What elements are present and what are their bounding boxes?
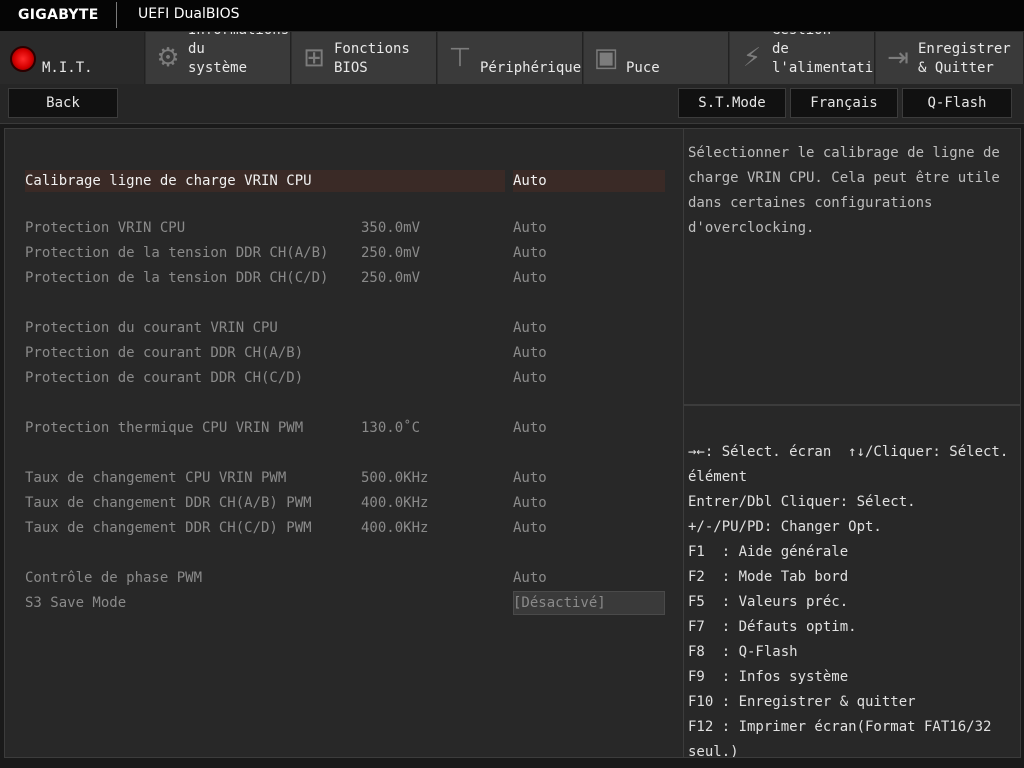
action-button-row: Back S.T.Mode Français Q-Flash xyxy=(0,84,1024,124)
setting-label: Taux de changement DDR CH(A/B) PWM xyxy=(25,495,312,511)
key-help-line: F7 : Défauts optim. xyxy=(688,619,857,635)
setting-label: Contrôle de phase PWM xyxy=(25,570,203,586)
tab-mit[interactable]: M.I.T. xyxy=(0,32,145,84)
setting-label: Taux de changement DDR CH(C/D) PWM xyxy=(25,520,312,536)
tab-label: Périphériques xyxy=(480,60,583,76)
key-help-line: seul.) xyxy=(688,744,739,758)
setting-label: S3 Save Mode xyxy=(25,595,127,611)
setting-row[interactable]: Taux de changement CPU VRIN PWM 500.0KHz… xyxy=(25,466,665,490)
setting-current-value: 500.0KHz xyxy=(361,470,429,486)
key-help-line: +/-/PU/PD: Changer Opt. xyxy=(688,519,882,535)
settings-panel: Calibrage ligne de charge VRIN CPU Auto … xyxy=(4,128,684,758)
setting-current-value: 400.0KHz xyxy=(361,495,429,511)
help-panel: Sélectionner le calibrage de ligne de ch… xyxy=(683,128,1021,405)
setting-value[interactable]: [Désactivé] xyxy=(513,591,606,615)
chip-plus-icon: ⊞ xyxy=(303,43,325,73)
chip-icon: ▣ xyxy=(593,43,619,73)
setting-label: Protection du courant VRIN CPU xyxy=(25,320,278,336)
tab-label: Fonctions BIOS xyxy=(334,41,410,76)
tab-peripherals[interactable]: ⊤ Périphériques xyxy=(438,32,583,84)
help-description: Sélectionner le calibrage de ligne de ch… xyxy=(688,145,1000,236)
setting-value[interactable]: Auto xyxy=(513,316,547,340)
tab-bios-features[interactable]: ⊞ Fonctions BIOS xyxy=(292,32,437,84)
plug-icon: ⊤ xyxy=(448,43,472,73)
tab-label: M.I.T. xyxy=(42,60,93,76)
tab-system-info[interactable]: ⚙ Informations du système xyxy=(146,32,291,84)
key-help-line: Entrer/Dbl Cliquer: Sélect. xyxy=(688,494,916,510)
setting-row[interactable]: Protection VRIN CPU 350.0mV Auto xyxy=(25,216,665,240)
setting-label: Protection thermique CPU VRIN PWM xyxy=(25,420,304,436)
setting-value[interactable]: Auto xyxy=(513,366,547,390)
setting-value[interactable]: Auto xyxy=(513,241,547,265)
setting-label: Protection de la tension DDR CH(A/B) xyxy=(25,245,329,261)
setting-value[interactable]: Auto xyxy=(513,266,547,290)
key-help-line: F1 : Aide générale xyxy=(688,544,849,560)
setting-label: Protection de courant DDR CH(C/D) xyxy=(25,370,304,386)
setting-row[interactable]: Contrôle de phase PWM Auto xyxy=(25,566,665,590)
key-help-line: F12 : Imprimer écran(Format FAT16/32 xyxy=(688,719,992,735)
tab-chipset[interactable]: ▣ Puce xyxy=(584,32,729,84)
language-button[interactable]: Français xyxy=(790,88,898,118)
key-help-line: élément xyxy=(688,469,748,485)
setting-value[interactable]: Auto xyxy=(513,416,547,440)
st-mode-button[interactable]: S.T.Mode xyxy=(678,88,786,118)
mit-red-dot-icon xyxy=(10,46,36,72)
gear-icon: ⚙ xyxy=(156,43,180,73)
gigabyte-logo: GIGABYTE xyxy=(18,7,99,23)
setting-value[interactable]: Auto xyxy=(513,566,547,590)
key-legend-panel: →←: Sélect. écran ↑↓/Cliquer: Sélect. él… xyxy=(683,405,1021,758)
setting-label: Protection VRIN CPU xyxy=(25,220,186,236)
setting-value[interactable]: Auto xyxy=(513,491,547,515)
power-icon: ⚡ xyxy=(742,43,762,73)
tab-label: Enregistrer & Quitter xyxy=(918,41,1011,76)
setting-row-s3-save-mode[interactable]: S3 Save Mode [Désactivé] xyxy=(25,591,665,615)
setting-value[interactable]: Auto xyxy=(513,341,547,365)
setting-value[interactable]: Auto xyxy=(513,466,547,490)
setting-current-value: 130.0˚C xyxy=(361,420,421,436)
setting-row[interactable]: Taux de changement DDR CH(C/D) PWM 400.0… xyxy=(25,516,665,540)
setting-label: Protection de courant DDR CH(A/B) xyxy=(25,345,304,361)
exit-icon: ⇥ xyxy=(887,43,909,73)
setting-row[interactable]: Protection de courant DDR CH(C/D) Auto xyxy=(25,366,665,390)
qflash-button[interactable]: Q-Flash xyxy=(902,88,1012,118)
setting-label: Taux de changement CPU VRIN PWM xyxy=(25,470,287,486)
setting-label: Calibrage ligne de charge VRIN CPU xyxy=(25,173,312,189)
setting-row[interactable]: Protection thermique CPU VRIN PWM 130.0˚… xyxy=(25,416,665,440)
tab-label: Informations du système xyxy=(188,32,289,76)
top-brand-bar: GIGABYTE UEFI DualBIOS xyxy=(0,0,1024,32)
key-help-line: F2 : Mode Tab bord xyxy=(688,569,849,585)
setting-row[interactable]: Protection du courant VRIN CPU Auto xyxy=(25,316,665,340)
setting-current-value: 250.0mV xyxy=(361,270,421,286)
setting-row[interactable]: Protection de courant DDR CH(A/B) Auto xyxy=(25,341,665,365)
back-button[interactable]: Back xyxy=(8,88,118,118)
bios-title: UEFI DualBIOS xyxy=(138,6,240,22)
setting-row[interactable]: Protection de la tension DDR CH(A/B) 250… xyxy=(25,241,665,265)
key-help-line: F10 : Enregistrer & quitter xyxy=(688,694,916,710)
setting-current-value: 400.0KHz xyxy=(361,520,429,536)
brand-divider xyxy=(116,2,117,28)
setting-row-vrin-llc[interactable]: Calibrage ligne de charge VRIN CPU Auto xyxy=(25,169,665,193)
key-help-line: →←: Sélect. écran ↑↓/Cliquer: Sélect. xyxy=(688,444,1009,460)
setting-value[interactable]: Auto xyxy=(513,216,547,240)
setting-value[interactable]: Auto xyxy=(513,169,547,193)
tab-label: Puce xyxy=(626,60,660,76)
setting-value[interactable]: Auto xyxy=(513,516,547,540)
key-help-line: F5 : Valeurs préc. xyxy=(688,594,849,610)
setting-row[interactable]: Taux de changement DDR CH(A/B) PWM 400.0… xyxy=(25,491,665,515)
tab-save-exit[interactable]: ⇥ Enregistrer & Quitter xyxy=(876,32,1024,84)
main-tab-bar: M.I.T. ⚙ Informations du système ⊞ Fonct… xyxy=(0,32,1024,84)
setting-row[interactable]: Protection de la tension DDR CH(C/D) 250… xyxy=(25,266,665,290)
bottom-edge xyxy=(0,758,1024,768)
key-help-line: F8 : Q-Flash xyxy=(688,644,798,660)
setting-label: Protection de la tension DDR CH(C/D) xyxy=(25,270,329,286)
setting-current-value: 250.0mV xyxy=(361,245,421,261)
setting-current-value: 350.0mV xyxy=(361,220,421,236)
tab-label: Gestion de l'alimentation xyxy=(772,32,874,76)
key-help-line: F9 : Infos système xyxy=(688,669,849,685)
tab-power-management[interactable]: ⚡ Gestion de l'alimentation xyxy=(730,32,875,84)
